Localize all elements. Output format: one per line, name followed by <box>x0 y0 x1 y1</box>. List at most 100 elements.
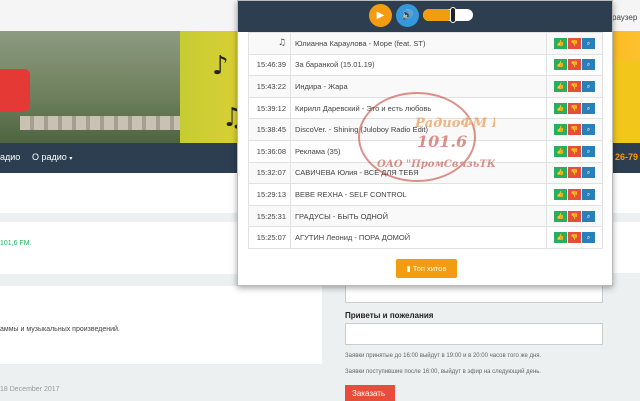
like-button[interactable]: 👍 <box>554 232 567 244</box>
dislike-button[interactable]: 👎 <box>568 167 581 179</box>
track-actions: 👍 👎 ⌕ <box>546 204 603 228</box>
like-button[interactable]: 👍 <box>554 80 567 92</box>
search-button[interactable]: ⌕ <box>582 145 595 157</box>
chevron-down-icon: ▾ <box>69 156 73 162</box>
nav-item-about-label: О радио <box>32 152 67 162</box>
search-icon: ⌕ <box>586 39 591 47</box>
track-time: 15:43:22 <box>248 75 291 98</box>
like-button[interactable]: 👍 <box>554 124 567 136</box>
dislike-button[interactable]: 👎 <box>568 232 581 244</box>
site-fm-text: 101,6 FM. <box>0 240 32 247</box>
thumbs-up-icon: 👍 <box>556 212 565 220</box>
track-actions: 👍 👎 ⌕ <box>546 96 603 120</box>
top-hits-button[interactable]: ▮ Топ хитов <box>396 259 457 278</box>
volume-handle[interactable] <box>450 7 456 23</box>
order-button[interactable]: Заказать <box>345 385 395 401</box>
dislike-button[interactable]: 👎 <box>568 59 581 71</box>
track-title: За баранкой (15.01.19) <box>290 53 547 77</box>
playlist-row: 15:32:07 САВИЧЕВА Юлия - ВСЕ ДЛЯ ТЕБЯ 👍 👎 ⌕ <box>248 161 603 185</box>
thumbs-up-icon: 👍 <box>556 82 565 90</box>
form-note: Заявки принятые до 16:00 выйдут в 19:00 … <box>345 353 542 359</box>
search-icon: ⌕ <box>586 212 591 220</box>
bar-chart-icon: ▮ <box>406 264 411 273</box>
search-button[interactable]: ⌕ <box>582 188 595 200</box>
search-icon: ⌕ <box>586 126 591 134</box>
nav-item-radio[interactable]: адио <box>0 152 20 162</box>
track-actions: 👍 👎 ⌕ <box>546 139 603 163</box>
like-button[interactable]: 👍 <box>554 188 567 200</box>
like-button[interactable]: 👍 <box>554 145 567 157</box>
search-button[interactable]: ⌕ <box>582 37 595 49</box>
track-actions: 👍 👎 ⌕ <box>546 53 603 77</box>
playlist-table: ♫ Юлианна Караулова - Море (feat. ST) 👍 👎 ⌕ 1… <box>248 32 603 249</box>
playlist-row: 15:38:45 DiscoVer. - Shining (Juloboy Rad… <box>248 118 603 141</box>
playlist-row: 15:43:22 Индира - Жара 👍 👎 ⌕ <box>248 75 603 98</box>
search-button[interactable]: ⌕ <box>582 80 595 92</box>
volume-fill <box>423 9 453 21</box>
search-icon: ⌕ <box>586 82 591 90</box>
track-title: Реклама (35) <box>290 139 547 163</box>
search-icon: ⌕ <box>586 234 591 242</box>
thumbs-down-icon: 👎 <box>570 61 579 69</box>
like-button[interactable]: 👍 <box>554 59 567 71</box>
track-actions: 👍 👎 ⌕ <box>546 183 603 206</box>
dislike-button[interactable]: 👎 <box>568 124 581 136</box>
banner-right-photo <box>614 61 640 143</box>
track-time: 15:29:13 <box>248 183 291 206</box>
search-icon: ⌕ <box>586 190 591 198</box>
dislike-button[interactable]: 👎 <box>568 188 581 200</box>
browser-label: раузер <box>612 13 638 22</box>
playlist-row: ♫ Юлианна Караулова - Море (feat. ST) 👍 👎 ⌕ <box>248 32 603 55</box>
nav-item-about[interactable]: О радио ▾ <box>32 152 72 162</box>
playlist-row: 15:39:12 Кирилл Даревский - Это и есть лю… <box>248 96 603 120</box>
site-side-card <box>612 222 640 276</box>
thumbs-up-icon: 👍 <box>556 234 565 242</box>
dislike-button[interactable]: 👎 <box>568 80 581 92</box>
volume-button[interactable]: 🔊 <box>396 4 419 27</box>
thumbs-down-icon: 👎 <box>570 190 579 198</box>
search-button[interactable]: ⌕ <box>582 102 595 114</box>
thumbs-down-icon: 👎 <box>570 147 579 155</box>
search-button[interactable]: ⌕ <box>582 232 595 244</box>
track-title: САВИЧЕВА Юлия - ВСЕ ДЛЯ ТЕБЯ <box>290 161 547 185</box>
track-title: Кирилл Даревский - Это и есть любовь <box>290 96 547 120</box>
track-time: 15:46:39 <box>248 53 291 77</box>
search-button[interactable]: ⌕ <box>582 124 595 136</box>
like-button[interactable]: 👍 <box>554 102 567 114</box>
extension-popup: ▶ 🔊 ♫ Юлианна Караулова - Море (feat. ST)… <box>237 0 613 286</box>
track-time: ♫ <box>248 32 291 55</box>
greetings-field[interactable] <box>345 323 603 345</box>
playlist-row: 15:46:39 За баранкой (15.01.19) 👍 👎 ⌕ <box>248 53 603 77</box>
volume-slider[interactable] <box>423 7 473 23</box>
site-date: 18 December 2017 <box>0 386 60 393</box>
thumbs-down-icon: 👎 <box>570 126 579 134</box>
like-button[interactable]: 👍 <box>554 210 567 222</box>
playlist-row: 15:29:13 BEBE REXHA - SELF CONTROL 👍 👎 ⌕ <box>248 183 603 206</box>
form-note: Заявки поступившие после 16:00, выйдут в… <box>345 369 542 375</box>
search-icon: ⌕ <box>586 169 591 177</box>
thumbs-up-icon: 👍 <box>556 39 565 47</box>
dislike-button[interactable]: 👎 <box>568 37 581 49</box>
search-button[interactable]: ⌕ <box>582 210 595 222</box>
like-button[interactable]: 👍 <box>554 37 567 49</box>
search-button[interactable]: ⌕ <box>582 167 595 179</box>
thumbs-down-icon: 👎 <box>570 169 579 177</box>
dislike-button[interactable]: 👎 <box>568 210 581 222</box>
banner-note-icon: ♪ <box>212 51 229 81</box>
play-button[interactable]: ▶ <box>369 4 392 27</box>
dislike-button[interactable]: 👎 <box>568 102 581 114</box>
thumbs-down-icon: 👎 <box>570 234 579 242</box>
thumbs-down-icon: 👎 <box>570 104 579 112</box>
dislike-button[interactable]: 👎 <box>568 145 581 157</box>
like-button[interactable]: 👍 <box>554 167 567 179</box>
track-time: 15:36:08 <box>248 139 291 163</box>
thumbs-up-icon: 👍 <box>556 104 565 112</box>
track-title: BEBE REXHA - SELF CONTROL <box>290 183 547 206</box>
play-icon: ▶ <box>376 10 385 21</box>
search-button[interactable]: ⌕ <box>582 59 595 71</box>
banner-logo-tag <box>0 69 30 111</box>
track-actions: 👍 👎 ⌕ <box>546 226 603 249</box>
site-phone: 26-79 <box>614 152 638 162</box>
thumbs-down-icon: 👎 <box>570 82 579 90</box>
order-form: Приветы и пожелания Заявки принятые до 1… <box>337 273 640 401</box>
